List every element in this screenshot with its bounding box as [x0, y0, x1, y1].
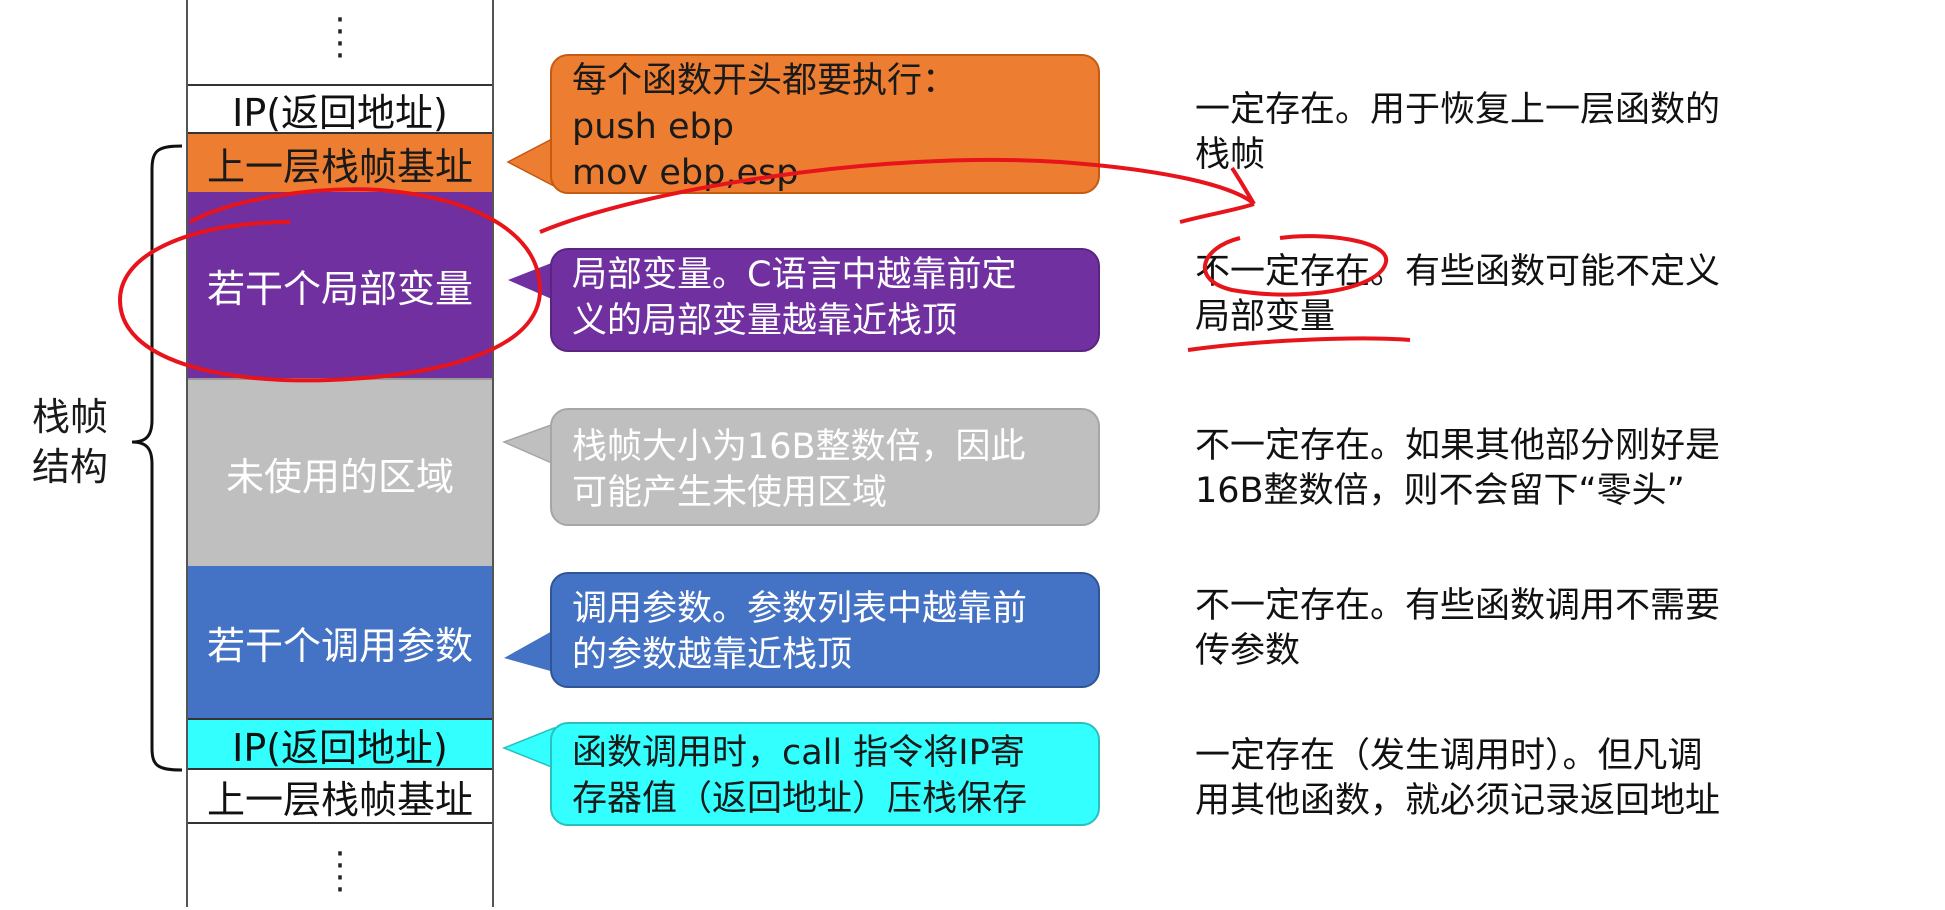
red-annotations	[117, 157, 1411, 383]
annotation-underline-local-vars	[1187, 336, 1411, 352]
annotation-circle-not-necessarily	[1202, 234, 1389, 297]
annotation-circle-local-variables	[117, 187, 543, 383]
annotation-arrow-to-note	[539, 157, 1254, 234]
